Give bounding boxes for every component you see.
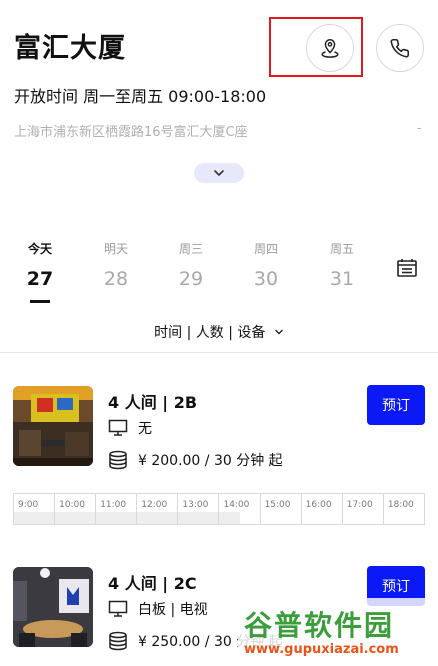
timeline-label: 12:00	[141, 500, 168, 510]
date-weekday: 周五	[329, 242, 354, 256]
filter-bar[interactable]: 时间 | 人数 | 设备	[0, 322, 438, 342]
book-button[interactable]: 预订	[367, 385, 425, 425]
timeline-label: 10:00	[59, 500, 86, 510]
timeline-label: 14:00	[223, 500, 250, 510]
room-equipment: 白板 | 电视	[108, 599, 208, 619]
filter-label: 时间 | 人数 | 设备	[154, 325, 266, 341]
address: 上海市浦东新区栖霞路16号富汇大厦C座	[14, 125, 248, 140]
timeline-label: 16:00	[305, 500, 332, 510]
timeline-label: 18:00	[387, 500, 414, 510]
coins-icon	[109, 450, 127, 470]
date-day: 28	[103, 268, 129, 290]
address-more: -	[417, 121, 422, 136]
date-day: 29	[178, 268, 204, 290]
calendar-button[interactable]	[396, 257, 418, 283]
room-equipment: 无	[108, 418, 152, 438]
room-photo[interactable]	[13, 386, 93, 466]
room-title: 4 人间 | 2B	[108, 393, 198, 412]
watermark-text: 谷普软件园	[244, 609, 395, 642]
date-tab-thursday[interactable]: 周四 30	[241, 240, 291, 290]
date-tab-friday[interactable]: 周五 31	[317, 240, 367, 290]
building-title: 富汇大厦	[14, 33, 126, 64]
expand-button[interactable]	[194, 163, 244, 183]
date-weekday: 周三	[178, 242, 203, 256]
map-button[interactable]	[306, 24, 354, 72]
phone-icon	[390, 38, 410, 58]
opening-hours: 开放时间 周一至周五 09:00-18:00	[14, 87, 267, 106]
date-weekday: 今天	[27, 242, 52, 256]
location-pin-icon	[321, 39, 339, 58]
date-day: 31	[329, 268, 355, 290]
calendar-icon	[397, 259, 417, 277]
timeline-slot[interactable]: 12:00	[137, 494, 179, 524]
monitor-icon	[108, 419, 128, 436]
watermark-url: www.gupuxiazai.com	[244, 642, 399, 657]
timeline-slot[interactable]: 15:00	[261, 494, 302, 524]
timeline-label: 17:00	[346, 500, 373, 510]
timeline-slot[interactable]: 9:00	[14, 494, 56, 524]
timeline-label: 15:00	[264, 500, 291, 510]
date-weekday: 周四	[253, 242, 278, 256]
equipment-text: 无	[138, 421, 152, 437]
timeline-slot[interactable]: 10:00	[55, 494, 97, 524]
date-tab-today[interactable]: 今天 27	[15, 240, 65, 290]
active-date-underline	[30, 300, 50, 303]
chevron-down-icon	[274, 329, 283, 335]
monitor-icon	[108, 600, 128, 617]
price-text: ¥ 200.00 / 30 分钟 起	[138, 453, 283, 469]
divider	[0, 352, 438, 353]
timeline-slot[interactable]: 18:00	[384, 494, 424, 524]
date-tab-tomorrow[interactable]: 明天 28	[91, 240, 141, 290]
date-day: 27	[26, 268, 54, 290]
timeline-slot[interactable]: 14:00	[219, 494, 261, 524]
timeline-label: 13:00	[182, 500, 209, 510]
timeline-slot[interactable]: 13:00	[178, 494, 220, 524]
date-day: 30	[253, 268, 279, 290]
timeline-label: 11:00	[100, 500, 127, 510]
chevron-down-icon	[214, 170, 224, 176]
timeline-slot[interactable]: 11:00	[96, 494, 138, 524]
room-title: 4 人间 | 2C	[108, 574, 197, 593]
equipment-text: 白板 | 电视	[138, 602, 208, 618]
availability-timeline[interactable]: 9:00 10:00 11:00 12:00 13:00 14:00 15:00…	[13, 493, 425, 525]
timeline-label: 9:00	[18, 500, 39, 510]
timeline-slot[interactable]: 16:00	[302, 494, 343, 524]
date-weekday: 明天	[103, 242, 128, 256]
date-tab-wednesday[interactable]: 周三 29	[166, 240, 216, 290]
coins-icon	[109, 631, 127, 651]
timeline-slot[interactable]: 17:00	[343, 494, 384, 524]
room-price: ¥ 200.00 / 30 分钟 起	[108, 450, 283, 470]
room-photo[interactable]	[13, 567, 93, 647]
phone-button[interactable]	[376, 24, 424, 72]
